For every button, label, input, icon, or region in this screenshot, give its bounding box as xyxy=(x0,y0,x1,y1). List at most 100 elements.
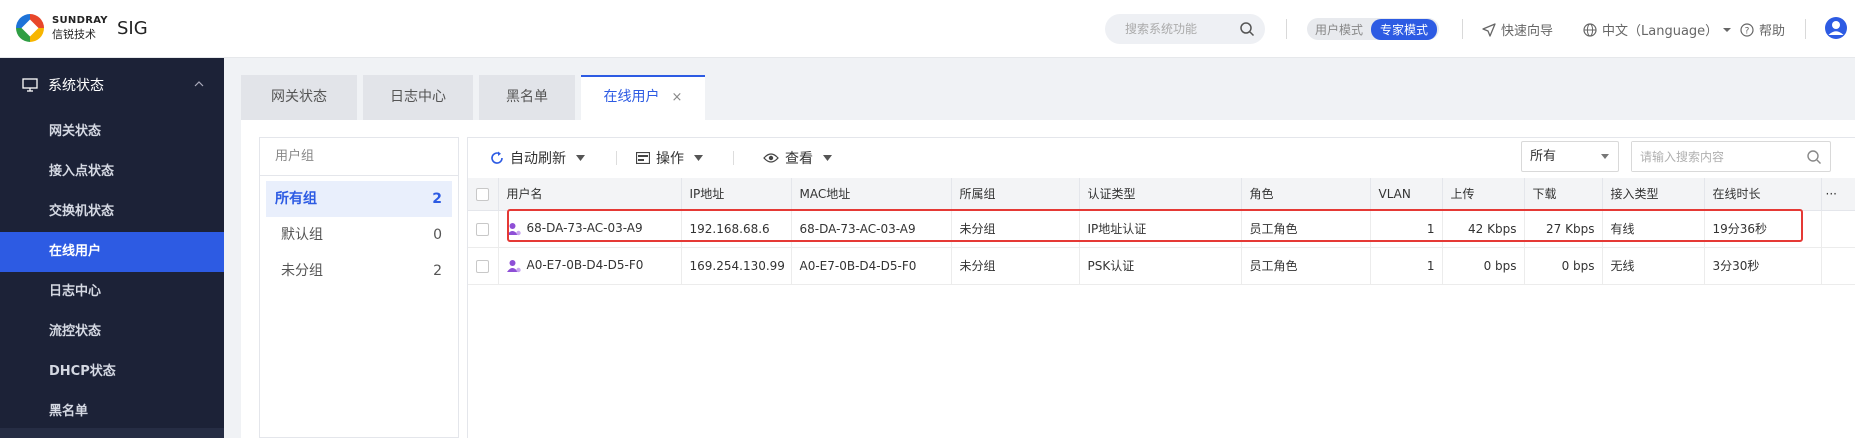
column-header-mac[interactable]: MAC地址 xyxy=(791,178,952,211)
cell-mac: A0-E7-0B-D4-D5-F0 xyxy=(791,247,952,285)
cell-vlan: 1 xyxy=(1370,210,1443,248)
user-group-title: 用户组 xyxy=(260,138,458,176)
sidebar-item-log-center[interactable]: 日志中心 xyxy=(0,272,224,312)
group-label: 所有组 xyxy=(275,191,317,207)
sidebar-item-flow-control[interactable]: 流控状态 xyxy=(0,312,224,352)
toolbar-divider xyxy=(733,151,734,165)
user-icon xyxy=(506,259,521,272)
table-header-row: 用户名 IP地址 MAC地址 所属组 认证类型 角色 VLAN 上传 下载 接入… xyxy=(468,178,1855,211)
row-checkbox[interactable] xyxy=(476,259,489,273)
column-header-duration[interactable]: 在线时长 xyxy=(1704,178,1822,211)
cell-auth: PSK认证 xyxy=(1079,247,1242,285)
operate-button[interactable]: 操作 xyxy=(636,148,709,168)
row-select-cell[interactable] xyxy=(468,210,499,248)
column-header-role[interactable]: 角色 xyxy=(1241,178,1371,211)
refresh-icon xyxy=(491,151,503,164)
table-row[interactable]: 68-DA-73-AC-03-A9 192.168.68.6 68-DA-73-… xyxy=(468,210,1855,248)
globe-icon xyxy=(1583,22,1597,37)
app-title: SIG xyxy=(117,18,148,39)
select-all-cell[interactable] xyxy=(468,178,499,211)
sidebar: 系统状态 网关状态 接入点状态 交换机状态 在线用户 日志中心 流控状态 DHC… xyxy=(0,58,224,438)
cell-group: 未分组 xyxy=(951,247,1080,285)
sidebar-item-dhcp-status[interactable]: DHCP状态 xyxy=(0,352,224,392)
search-icon[interactable] xyxy=(1239,21,1255,37)
close-icon[interactable]: × xyxy=(672,90,683,105)
monitor-icon xyxy=(22,78,38,92)
auto-refresh-label: 自动刷新 xyxy=(510,151,566,167)
tab-blacklist[interactable]: 黑名单 xyxy=(479,75,575,120)
sidebar-group-system-status[interactable]: 系统状态 xyxy=(0,58,224,112)
filter-select[interactable]: 所有 xyxy=(1521,141,1619,172)
toolbar-divider xyxy=(616,151,617,165)
row-select-cell[interactable] xyxy=(468,247,499,285)
view-label: 查看 xyxy=(785,151,813,167)
group-item-ungrouped[interactable]: 未分组 2 xyxy=(266,253,452,289)
cell-group: 未分组 xyxy=(951,210,1080,248)
global-search-input[interactable] xyxy=(1125,22,1245,36)
sidebar-item-blacklist[interactable]: 黑名单 xyxy=(0,392,224,432)
cell-duration: 3分30秒 xyxy=(1704,247,1822,285)
cell-access: 无线 xyxy=(1602,247,1705,285)
column-header-upload[interactable]: 上传 xyxy=(1442,178,1525,211)
help-link[interactable]: ? 帮助 xyxy=(1740,20,1785,39)
group-item-all[interactable]: 所有组 2 xyxy=(266,181,452,217)
auto-refresh-button[interactable]: 自动刷新 xyxy=(490,148,591,168)
column-header-username[interactable]: 用户名 xyxy=(498,178,682,211)
cell-download: 0 bps xyxy=(1524,247,1603,285)
logo: SUNDRAY 信锐技术 xyxy=(14,12,108,44)
group-item-default[interactable]: 默认组 0 xyxy=(266,217,452,253)
sidebar-item-switch-status[interactable]: 交换机状态 xyxy=(0,192,224,232)
header-divider xyxy=(1286,19,1287,39)
mode-switch[interactable]: 用户模式 专家模式 xyxy=(1307,18,1440,40)
cell-ip: 169.254.130.99 xyxy=(681,247,792,285)
expert-mode-option[interactable]: 专家模式 xyxy=(1371,18,1438,40)
user-group-panel: 用户组 所有组 2 默认组 0 未分组 2 xyxy=(259,137,459,438)
username-text: A0-E7-0B-D4-D5-F0 xyxy=(526,258,644,273)
sidebar-item-online-users[interactable]: 在线用户 xyxy=(0,232,224,272)
language-label: 中文（Language） xyxy=(1602,24,1719,39)
row-checkbox[interactable] xyxy=(476,222,489,236)
user-avatar-icon[interactable] xyxy=(1824,16,1848,40)
caret-down-icon xyxy=(823,155,832,161)
tab-log-center[interactable]: 日志中心 xyxy=(363,75,473,120)
username-text: 68-DA-73-AC-03-A9 xyxy=(526,221,643,236)
quick-guide-link[interactable]: 快速向导 xyxy=(1482,20,1553,39)
cell-download: 27 Kbps xyxy=(1524,210,1603,248)
quick-guide-label: 快速向导 xyxy=(1501,24,1554,39)
cell-role: 员工角色 xyxy=(1241,210,1371,248)
tab-online-users[interactable]: 在线用户 × xyxy=(581,75,705,120)
language-select[interactable]: 中文（Language） xyxy=(1583,20,1737,39)
column-header-download[interactable]: 下载 xyxy=(1524,178,1603,211)
help-icon: ? xyxy=(1740,22,1754,37)
column-header-vlan[interactable]: VLAN xyxy=(1370,178,1443,211)
column-header-auth[interactable]: 认证类型 xyxy=(1079,178,1242,211)
caret-down-icon xyxy=(1601,154,1609,159)
user-mode-option[interactable]: 用户模式 xyxy=(1315,21,1363,38)
sidebar-group-label: 系统状态 xyxy=(48,78,104,94)
header-divider xyxy=(1462,19,1463,39)
column-header-access[interactable]: 接入类型 xyxy=(1602,178,1705,211)
logo-brand: SUNDRAY xyxy=(52,15,108,26)
view-button[interactable]: 查看 xyxy=(763,148,838,168)
global-search[interactable] xyxy=(1105,14,1265,44)
cell-username: 68-DA-73-AC-03-A9 xyxy=(498,210,682,248)
column-header-group[interactable]: 所属组 xyxy=(951,178,1080,211)
cell-vlan: 1 xyxy=(1370,247,1443,285)
navigation-icon xyxy=(1482,22,1496,37)
group-count: 2 xyxy=(432,191,442,207)
sidebar-item-gateway-status[interactable]: 网关状态 xyxy=(0,112,224,152)
more-columns-button[interactable]: ··· xyxy=(1821,178,1855,211)
cell-mac: 68-DA-73-AC-03-A9 xyxy=(791,210,952,248)
cell-access: 有线 xyxy=(1602,210,1705,248)
select-all-checkbox[interactable] xyxy=(476,187,489,201)
search-icon[interactable] xyxy=(1806,149,1822,165)
tab-gateway-status[interactable]: 网关状态 xyxy=(241,75,357,120)
operate-icon xyxy=(636,152,650,164)
table-search-input[interactable] xyxy=(1632,142,1797,171)
table-search[interactable] xyxy=(1631,141,1831,172)
table-row[interactable]: A0-E7-0B-D4-D5-F0 169.254.130.99 A0-E7-0… xyxy=(468,247,1855,285)
sidebar-item-ap-status[interactable]: 接入点状态 xyxy=(0,152,224,192)
cell-upload: 42 Kbps xyxy=(1442,210,1525,248)
column-header-ip[interactable]: IP地址 xyxy=(681,178,792,211)
top-header: SUNDRAY 信锐技术 SIG 用户模式 专家模式 快速向导 中文（Langu… xyxy=(0,0,1855,58)
